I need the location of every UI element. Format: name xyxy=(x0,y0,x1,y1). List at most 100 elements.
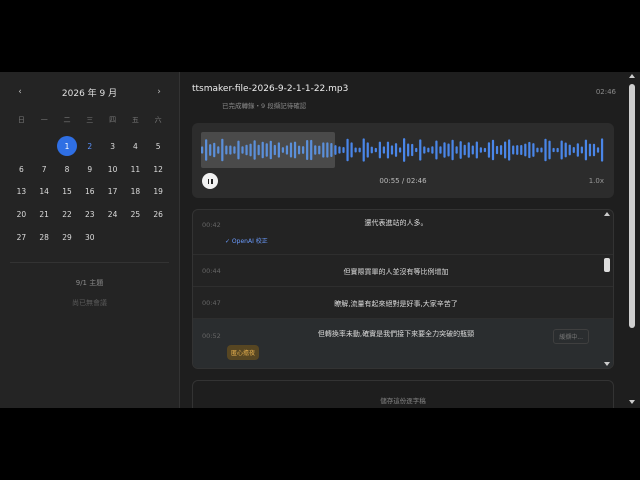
scroll-down-icon[interactable] xyxy=(604,362,610,366)
calendar-day[interactable]: 4 xyxy=(124,135,147,158)
waveform-bar xyxy=(600,138,604,162)
calendar-day[interactable]: 9 xyxy=(78,158,101,181)
calendar-day[interactable]: 20 xyxy=(10,203,33,226)
speed-button[interactable]: 1.0x xyxy=(589,177,604,185)
waveform-bar xyxy=(403,138,406,162)
calendar-empty-cell xyxy=(33,135,56,158)
waveform-bar xyxy=(225,145,228,155)
calendar-day-number: 28 xyxy=(39,233,49,243)
scroll-down-icon[interactable] xyxy=(629,400,635,404)
transcript-scrollbar[interactable] xyxy=(603,212,611,366)
calendar-day[interactable]: 18 xyxy=(124,181,147,204)
transcript-segment-active[interactable]: 00:52 但轉換率未動,確實是我們接下來要全力突破的瓶頸 匿心擔夜 緩擷中..… xyxy=(193,319,613,368)
waveform-bar xyxy=(483,147,487,153)
calendar-day[interactable]: 7 xyxy=(33,158,56,181)
calendar-day[interactable]: 14 xyxy=(33,181,56,204)
waveform-bar xyxy=(253,140,256,160)
scroll-up-icon[interactable] xyxy=(629,74,635,78)
calendar-day-number: 16 xyxy=(85,187,95,197)
waveform-bar xyxy=(564,142,567,158)
waveform-bar xyxy=(596,147,600,153)
waveform-bar xyxy=(508,139,511,161)
calendar-day-number: 1 xyxy=(56,136,77,157)
calendar-day-number: 20 xyxy=(16,210,27,220)
waveform-bar xyxy=(370,146,373,154)
scroll-thumb[interactable] xyxy=(629,84,635,328)
waveform-bar xyxy=(419,139,422,161)
calendar-header: ‹ 2026 年 9 月 › xyxy=(0,72,179,112)
waveform-bar xyxy=(544,138,547,162)
calendar-day[interactable]: 19 xyxy=(147,181,170,204)
next-month-button[interactable]: › xyxy=(153,87,165,97)
calendar-day[interactable]: 22 xyxy=(56,203,79,226)
calendar-day[interactable]: 21 xyxy=(33,203,56,226)
calendar-day[interactable]: 13 xyxy=(10,181,33,204)
save-transcript-button[interactable]: 儲存這份逐字稿 xyxy=(192,380,614,408)
segment-tag[interactable]: 匿心擔夜 xyxy=(227,345,260,360)
waveform-bar xyxy=(584,139,588,161)
calendar-day[interactable]: 28 xyxy=(33,226,56,249)
waveform-bar xyxy=(350,142,353,158)
calendar-day[interactable]: 10 xyxy=(101,158,124,181)
calendar-day-number: 27 xyxy=(16,233,27,243)
waveform-bar xyxy=(495,145,499,155)
waveform-bar xyxy=(201,146,204,154)
calendar-day-number: 17 xyxy=(107,187,118,197)
calendar-day[interactable]: 24 xyxy=(101,203,124,226)
waveform-bar xyxy=(330,142,333,158)
waveform-bar xyxy=(455,146,458,154)
calendar-day[interactable]: 29 xyxy=(56,226,79,249)
calendar-empty-cell xyxy=(10,135,33,158)
waveform-bar xyxy=(512,145,515,155)
calendar-sidebar: ‹ 2026 年 9 月 › 日一二三四五六 1 2 3 4 5 6 7 8 9 10 11 12 13… xyxy=(0,72,180,408)
calendar-day[interactable]: 1 xyxy=(56,135,79,158)
calendar-day[interactable]: 11 xyxy=(124,158,147,181)
waveform-bar xyxy=(297,145,301,155)
calendar-day[interactable]: 12 xyxy=(147,158,170,181)
waveform-bar xyxy=(338,146,341,154)
waveform-bar xyxy=(342,146,345,154)
calendar-day[interactable]: 30 xyxy=(78,226,101,249)
calendar-day-number: 21 xyxy=(39,210,49,220)
waveform-bar xyxy=(540,147,543,153)
calendar-day[interactable]: 8 xyxy=(56,158,79,181)
waveform-bar xyxy=(334,145,337,155)
waveform-bar xyxy=(451,139,454,161)
calendar-day-number: 13 xyxy=(16,187,27,197)
waveform-bar xyxy=(548,140,551,160)
calendar-day[interactable]: 6 xyxy=(10,158,33,181)
main-scrollbar[interactable] xyxy=(628,74,636,404)
waveform-bar xyxy=(572,146,575,154)
transcript-segment[interactable]: 00:44 但實際買單的人並沒有等比例增加 xyxy=(193,255,613,287)
segment-action-button[interactable]: 緩擷中... xyxy=(553,329,589,344)
scroll-up-icon[interactable] xyxy=(604,212,610,216)
transcript-segment[interactable]: 00:47 瞭解,流量有起來絕對是好事,大家辛苦了 xyxy=(193,287,613,319)
scroll-thumb[interactable] xyxy=(604,258,610,272)
weekday-label: 六 xyxy=(154,116,162,124)
calendar-day[interactable]: 15 xyxy=(56,181,79,204)
calendar-day[interactable]: 2 xyxy=(78,135,101,158)
calendar-day[interactable]: 26 xyxy=(147,203,170,226)
transcript-segment[interactable]: 00:42 還代表進站的人多。 ✓ OpenAI 校正 xyxy=(193,210,613,255)
day-topic[interactable]: 9/1 主題 xyxy=(0,278,179,288)
calendar-day-number: 10 xyxy=(107,164,118,174)
calendar-day-number: 7 xyxy=(41,164,47,174)
waveform[interactable] xyxy=(201,135,605,165)
transcript-list: 00:42 還代表進站的人多。 ✓ OpenAI 校正 00:44 但實際買單的… xyxy=(192,209,614,369)
calendar-day[interactable]: 23 xyxy=(78,203,101,226)
calendar-day[interactable]: 17 xyxy=(101,181,124,204)
waveform-bar xyxy=(314,145,317,155)
calendar-day[interactable]: 3 xyxy=(101,135,124,158)
waveform-bar xyxy=(588,143,592,157)
prev-month-button[interactable]: ‹ xyxy=(14,87,26,97)
waveform-bar xyxy=(217,146,220,154)
calendar-day[interactable]: 16 xyxy=(78,181,101,204)
waveform-bar xyxy=(487,142,491,158)
calendar-day[interactable]: 27 xyxy=(10,226,33,249)
waveform-bar xyxy=(443,142,446,158)
calendar-day[interactable]: 5 xyxy=(147,135,170,158)
waveform-bar xyxy=(233,146,236,154)
calendar-day-number: 8 xyxy=(64,164,70,174)
calendar-day[interactable]: 25 xyxy=(124,203,147,226)
meeting-list-empty: 尚已無會議 xyxy=(72,299,107,307)
